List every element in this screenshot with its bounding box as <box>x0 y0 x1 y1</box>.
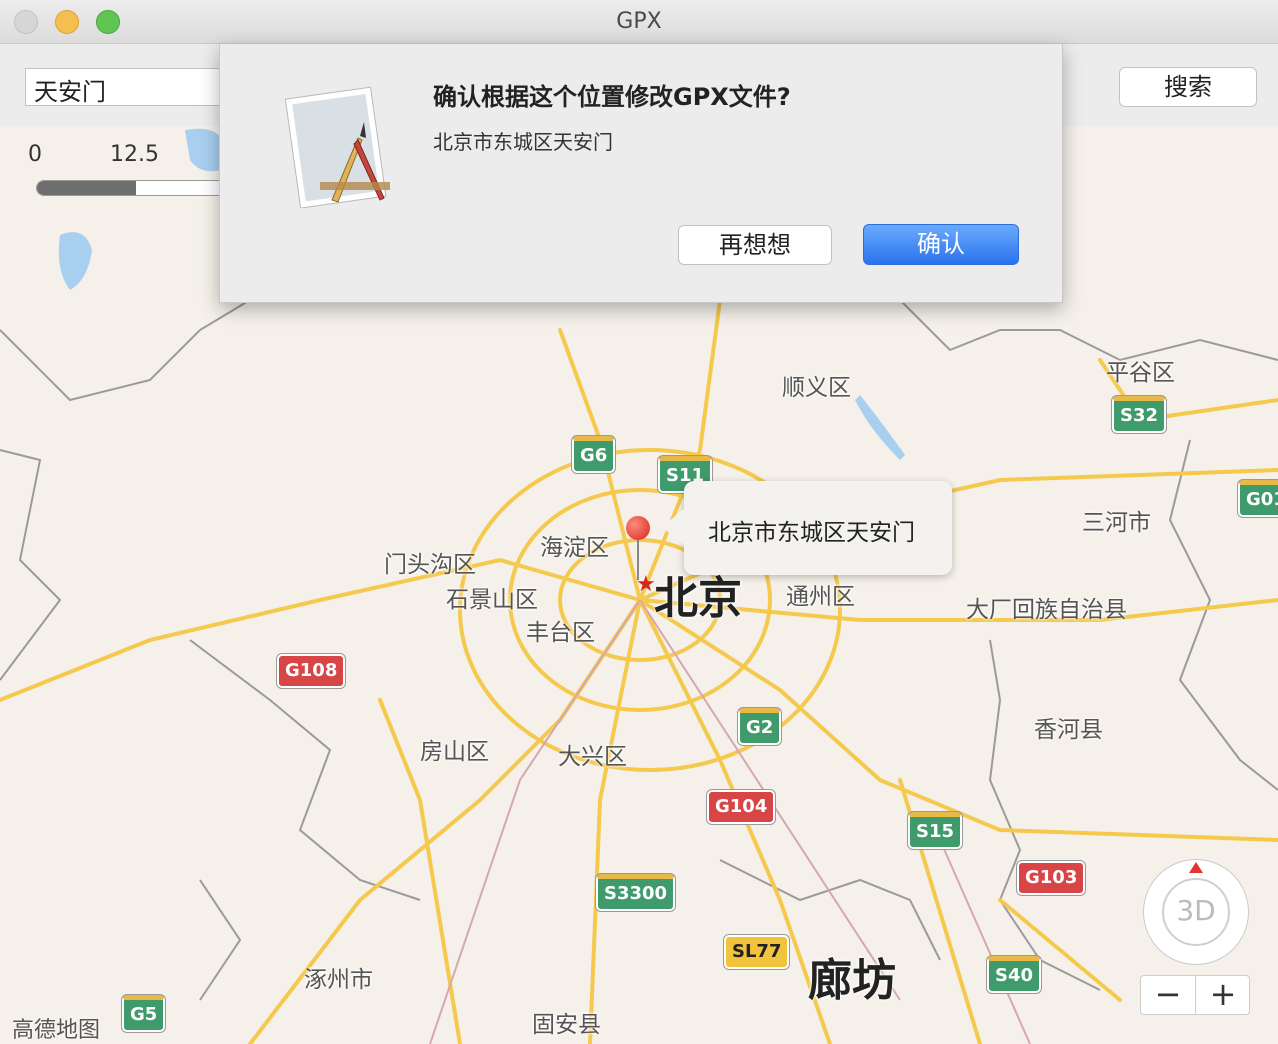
place-label: 大厂回族自治县 <box>966 597 1127 623</box>
window-titlebar: GPX <box>0 0 1278 44</box>
zoom-out-button[interactable]: − <box>1141 976 1196 1014</box>
place-label: 丰台区 <box>526 620 595 646</box>
scale-bar-track <box>36 180 236 196</box>
place-label: 固安县 <box>532 1012 601 1038</box>
map-pin-icon[interactable] <box>626 516 650 540</box>
compass-3d-control[interactable]: 3D <box>1144 860 1248 964</box>
north-arrow-icon <box>1189 862 1203 873</box>
scale-start-label: 0 <box>28 142 42 167</box>
highway-shield: G2 <box>738 708 782 745</box>
highway-shield: S3300 <box>596 874 676 911</box>
confirm-button[interactable]: 确认 <box>863 224 1019 265</box>
window-title: GPX <box>616 9 662 34</box>
highway-shield: SL77 <box>724 935 790 969</box>
highway-shield: G108 <box>277 654 346 688</box>
highway-shield: G103 <box>1017 861 1086 895</box>
place-label: 通州区 <box>786 584 855 610</box>
compass-3d-label: 3D <box>1176 894 1216 927</box>
city-label-langfang: 廊坊 <box>808 955 896 1006</box>
place-label: 香河县 <box>1034 717 1103 743</box>
place-label: 门头沟区 <box>384 552 476 578</box>
highway-shield: S40 <box>987 956 1042 993</box>
place-label: 平谷区 <box>1106 360 1175 386</box>
zoom-control: − + <box>1140 975 1250 1015</box>
location-callout[interactable]: 北京市东城区天安门 <box>662 481 952 575</box>
map-attribution: 高德地图 <box>12 1018 101 1043</box>
place-label: 三河市 <box>1082 510 1151 536</box>
scale-end-label: 12.5 <box>110 142 159 167</box>
place-label: 房山区 <box>420 739 489 765</box>
highway-shield: S15 <box>908 812 963 849</box>
place-label: 大兴区 <box>558 744 627 770</box>
cancel-button[interactable]: 再想想 <box>678 225 832 265</box>
callout-text: 北京市东城区天安门 <box>708 520 915 546</box>
place-label: 海淀区 <box>540 535 609 561</box>
highway-shield: S32 <box>1112 396 1167 433</box>
dialog-title: 确认根据这个位置修改GPX文件? <box>433 83 791 111</box>
highway-shield: G6 <box>572 436 616 473</box>
dialog-message: 北京市东城区天安门 <box>433 130 613 154</box>
script-editor-app-icon <box>284 86 390 208</box>
confirm-dialog: 确认根据这个位置修改GPX文件? 北京市东城区天安门 再想想 确认 <box>219 44 1063 303</box>
place-label: 顺义区 <box>782 375 851 401</box>
zoom-in-button[interactable]: + <box>1196 976 1250 1014</box>
search-button[interactable]: 搜索 <box>1119 67 1257 107</box>
highway-shield: G104 <box>707 790 776 824</box>
map-pin-stick <box>637 538 639 580</box>
scale-bar: 0 12.5 <box>0 126 236 206</box>
place-label: 涿州市 <box>304 967 373 993</box>
highway-shield: G01 <box>1238 480 1278 517</box>
scale-bar-fill <box>37 181 136 195</box>
place-label: 石景山区 <box>446 587 538 613</box>
highway-shield: G5 <box>122 995 166 1032</box>
